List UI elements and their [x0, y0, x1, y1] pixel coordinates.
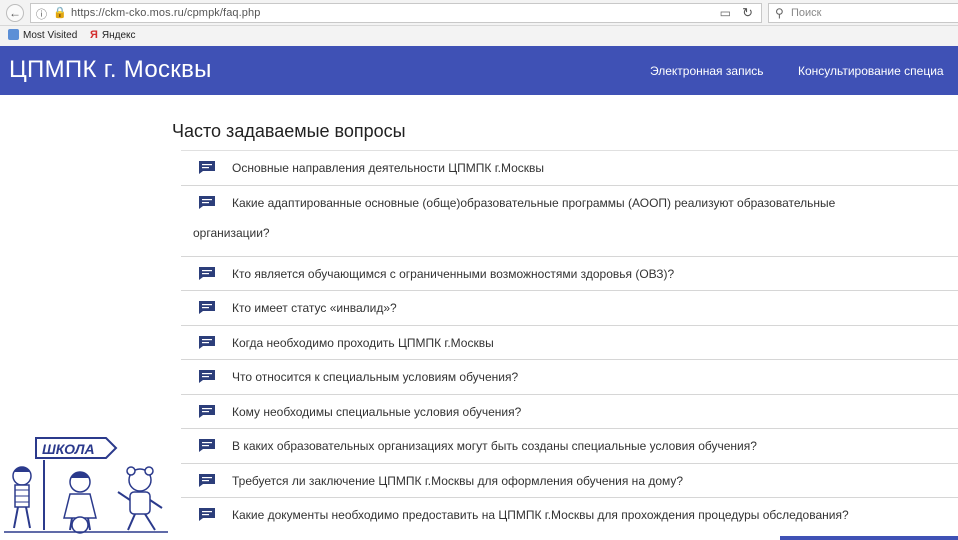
bookmark-label: Яндекс: [101, 30, 136, 41]
faq-list: Основные направления деятельности ЦПМПК …: [181, 150, 958, 533]
search-placeholder: Поиск: [791, 7, 822, 19]
chat-bubble-icon: [199, 161, 215, 174]
faq-question[interactable]: Кто является обучающимся с ограниченными…: [232, 257, 932, 291]
chat-bubble-icon: [199, 335, 215, 349]
faq-item[interactable]: Какие адаптированные основные (обще)обра…: [181, 186, 958, 257]
yandex-icon: Я: [90, 29, 98, 41]
faq-item[interactable]: Какие документы необходимо предоставить …: [181, 498, 958, 533]
search-input[interactable]: ⚲ Поиск: [768, 3, 958, 23]
faq-question[interactable]: Какие документы необходимо предоставить …: [232, 498, 932, 532]
faq-item[interactable]: В каких образовательных организациях мог…: [181, 429, 958, 464]
faq-item[interactable]: Кто имеет статус «инвалид»?: [181, 291, 958, 326]
reload-icon[interactable]: ↻: [742, 5, 753, 21]
faq-question[interactable]: Какие адаптированные основные (обще)обра…: [232, 186, 932, 220]
back-arrow-icon[interactable]: ←: [6, 4, 24, 22]
faq-item[interactable]: Основные направления деятельности ЦПМПК …: [181, 151, 958, 186]
faq-item[interactable]: Что относится к специальным условиям обу…: [181, 360, 958, 395]
chat-bubble-icon: [199, 301, 215, 314]
chat-bubble-icon: [199, 508, 215, 521]
browser-toolbar: ← ⓘ 🔒 https://ckm-cko.mos.ru/cpmpk/faq.p…: [0, 0, 958, 26]
chat-bubble-icon: [199, 404, 215, 418]
site-header: ЦПМПК г. Москвы Электронная запись Консу…: [0, 46, 958, 95]
faq-question[interactable]: Кому необходимы специальные условия обуч…: [232, 395, 932, 429]
page-title: Часто задаваемые вопросы: [172, 121, 406, 141]
sign-text: ШКОЛА: [42, 441, 95, 457]
search-icon: ⚲: [775, 6, 784, 20]
faq-item[interactable]: Кто является обучающимся с ограниченными…: [181, 257, 958, 291]
faq-question[interactable]: Когда необходимо проходить ЦПМПК г.Москв…: [232, 326, 932, 360]
faq-item[interactable]: Кому необходимы специальные условия обуч…: [181, 395, 958, 429]
info-icon[interactable]: ⓘ: [36, 6, 47, 22]
faq-item[interactable]: Требуется ли заключение ЦПМПК г.Москвы д…: [181, 464, 958, 498]
faq-question[interactable]: В каких образовательных организациях мог…: [232, 429, 932, 463]
address-bar[interactable]: ⓘ 🔒 https://ckm-cko.mos.ru/cpmpk/faq.php…: [30, 3, 762, 23]
bookmark-most-visited[interactable]: Most Visited: [8, 29, 77, 41]
school-children-illustration: ШКОЛА: [4, 437, 168, 534]
faq-question[interactable]: Основные направления деятельности ЦПМПК …: [232, 151, 932, 185]
faq-question[interactable]: Кто имеет статус «инвалид»?: [232, 291, 932, 325]
url-text[interactable]: https://ckm-cko.mos.ru/cpmpk/faq.php: [71, 7, 260, 19]
chat-bubble-icon: [199, 473, 215, 487]
chat-bubble-icon: [199, 370, 215, 383]
chat-bubble-icon: [199, 266, 215, 280]
chat-bubble-icon: [199, 195, 215, 209]
site-title[interactable]: ЦПМПК г. Москвы: [9, 56, 212, 84]
faq-question-continuation[interactable]: организации?: [193, 216, 270, 250]
footer-accent-bar: [780, 536, 958, 540]
lock-icon: 🔒: [53, 7, 67, 19]
most-visited-icon: [8, 29, 19, 40]
faq-question[interactable]: Что относится к специальным условиям обу…: [232, 360, 932, 394]
faq-question[interactable]: Требуется ли заключение ЦПМПК г.Москвы д…: [232, 464, 932, 498]
bookmark-label: Most Visited: [23, 30, 78, 41]
bookmark-yandex[interactable]: Я Яндекс: [90, 29, 136, 41]
bookmarks-bar: Most Visited Я Яндекс: [0, 26, 958, 46]
chat-bubble-icon: [199, 439, 215, 452]
nav-electronic-booking[interactable]: Электронная запись: [650, 64, 764, 78]
reader-view-icon[interactable]: ▭: [720, 6, 731, 20]
faq-item[interactable]: Когда необходимо проходить ЦПМПК г.Москв…: [181, 326, 958, 360]
nav-consulting[interactable]: Консультирование специа: [798, 64, 944, 78]
